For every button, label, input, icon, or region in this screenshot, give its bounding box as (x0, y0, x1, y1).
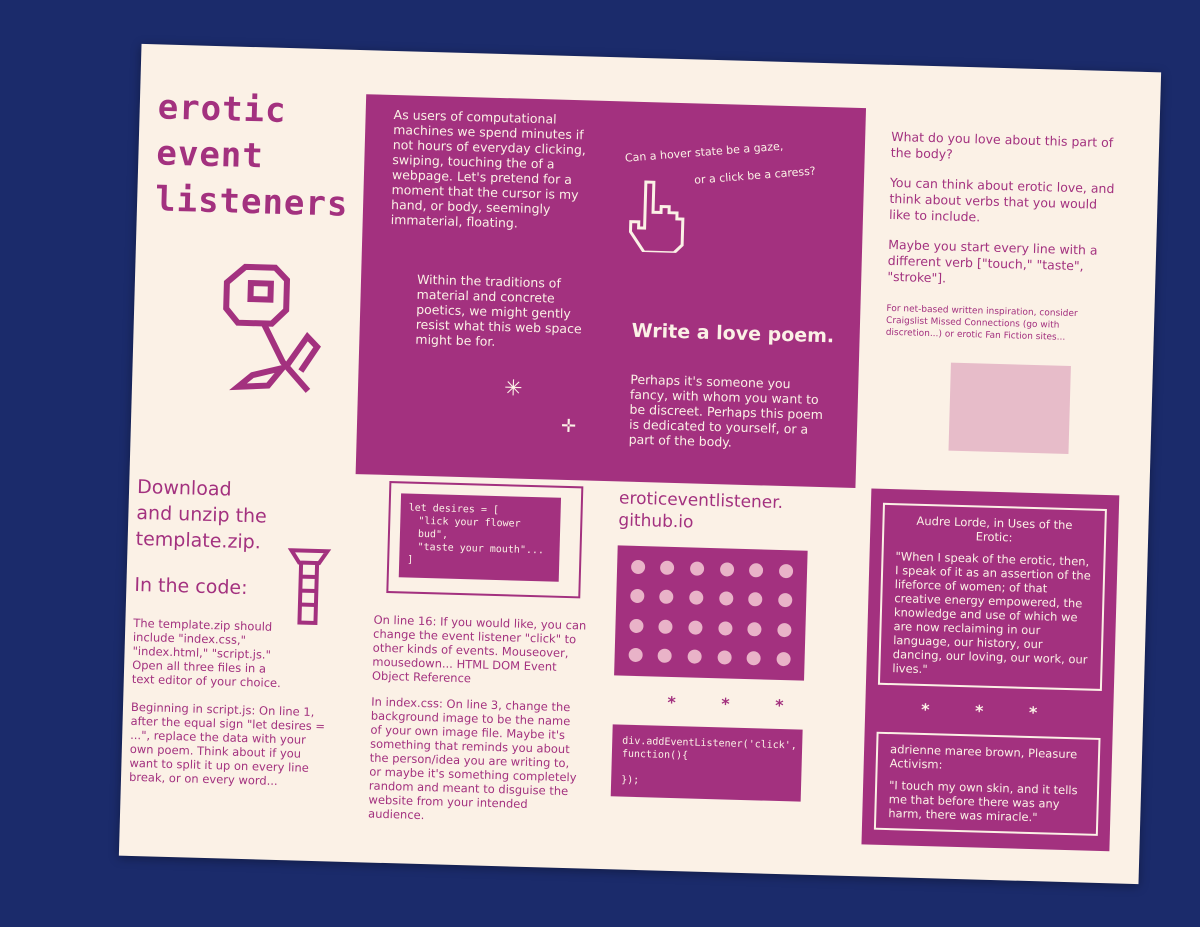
code-line-2: "lick your flower bud", (417, 515, 521, 541)
question-line-1: Can a hover state be a gaze, (624, 139, 784, 165)
script-paragraph: Beginning in script.js: On line 1, after… (128, 699, 326, 789)
prompt-question-3: Maybe you start every line with a differ… (887, 236, 1098, 286)
lorde-quote-heading: Audre Lorde, in Uses of the Erotic: (916, 513, 1073, 545)
code-sample: let desires = [ "lick your flower bud", … (398, 493, 562, 582)
prompt-column: What do you love about this part of the … (883, 129, 1122, 455)
sparkle-icon: ✳ (503, 376, 523, 402)
rose-icon (223, 263, 321, 393)
prompt-question-1: What do you love about this part of the … (890, 128, 1114, 162)
love-poem-heading: Write a love poem. (631, 319, 835, 348)
site-url: eroticeventlistener. github.io (618, 487, 829, 537)
quote-stars: * * * (920, 699, 1058, 723)
brown-quote-text: "I touch my own skin, and it tells me th… (888, 778, 1078, 825)
event-listener-paragraph: On line 16: If you would like, you can c… (371, 612, 587, 686)
code-sample-frame: let desires = [ "lick your flower bud", … (386, 481, 584, 599)
zine-title: erotic event listeners (155, 84, 352, 227)
title-line-2: event (155, 133, 265, 177)
love-poem-paragraph: Perhaps it's someone you fancy, with who… (628, 371, 824, 450)
zine-sheet: { "title": ["erotic", "event", "listener… (118, 43, 1162, 885)
brown-quote-heading: adrienne maree brown, Pleasure Activism: (889, 742, 1078, 772)
site-section: eroticeventlistener. github.io * * * div… (610, 487, 830, 802)
site-url-line-2: github.io (618, 510, 694, 533)
title-line-1: erotic (157, 87, 288, 131)
brown-quote-box: adrienne maree brown, Pleasure Activism:… (873, 731, 1101, 836)
flower-grid-image (614, 545, 808, 681)
css-paragraph: In index.css: On line 3, change the back… (367, 694, 577, 823)
instructions: On line 16: If you would like, you can c… (368, 613, 588, 827)
lorde-quote-text: "When I speak of the erotic, then, I spe… (892, 549, 1091, 677)
template-paragraph: The template.zip should include "index.c… (131, 615, 281, 691)
prompt-question-2: You can think about erotic love, and thi… (888, 174, 1115, 225)
hand-cursor-icon (628, 180, 685, 254)
lorde-quote-box: Audre Lorde, in Uses of the Erotic: "Whe… (877, 502, 1107, 691)
inspiration-note: For net-based written inspiration, consi… (885, 303, 1078, 343)
background: { "title": ["erotic", "event", "listener… (0, 0, 1200, 927)
download-heading: Download and unzip the template.zip. (135, 474, 347, 558)
plus-sparkle-icon: ✛ (560, 415, 577, 438)
question-line-2: or a click be a caress? (693, 164, 817, 187)
title-line-3: listeners (154, 179, 349, 225)
intro-panel: As users of computational machines we sp… (355, 94, 867, 489)
event-listener-code: div.addEventListener('click', function()… (610, 724, 803, 802)
zipper-icon (287, 548, 332, 626)
quotes-panel: Audre Lorde, in Uses of the Erotic: "Whe… (861, 488, 1120, 852)
intro-paragraph: As users of computational machines we sp… (390, 106, 587, 231)
poetics-paragraph: Within the traditions of material and co… (415, 271, 582, 349)
typewriter-photo (948, 362, 1071, 454)
site-stars: * * * (667, 692, 804, 716)
